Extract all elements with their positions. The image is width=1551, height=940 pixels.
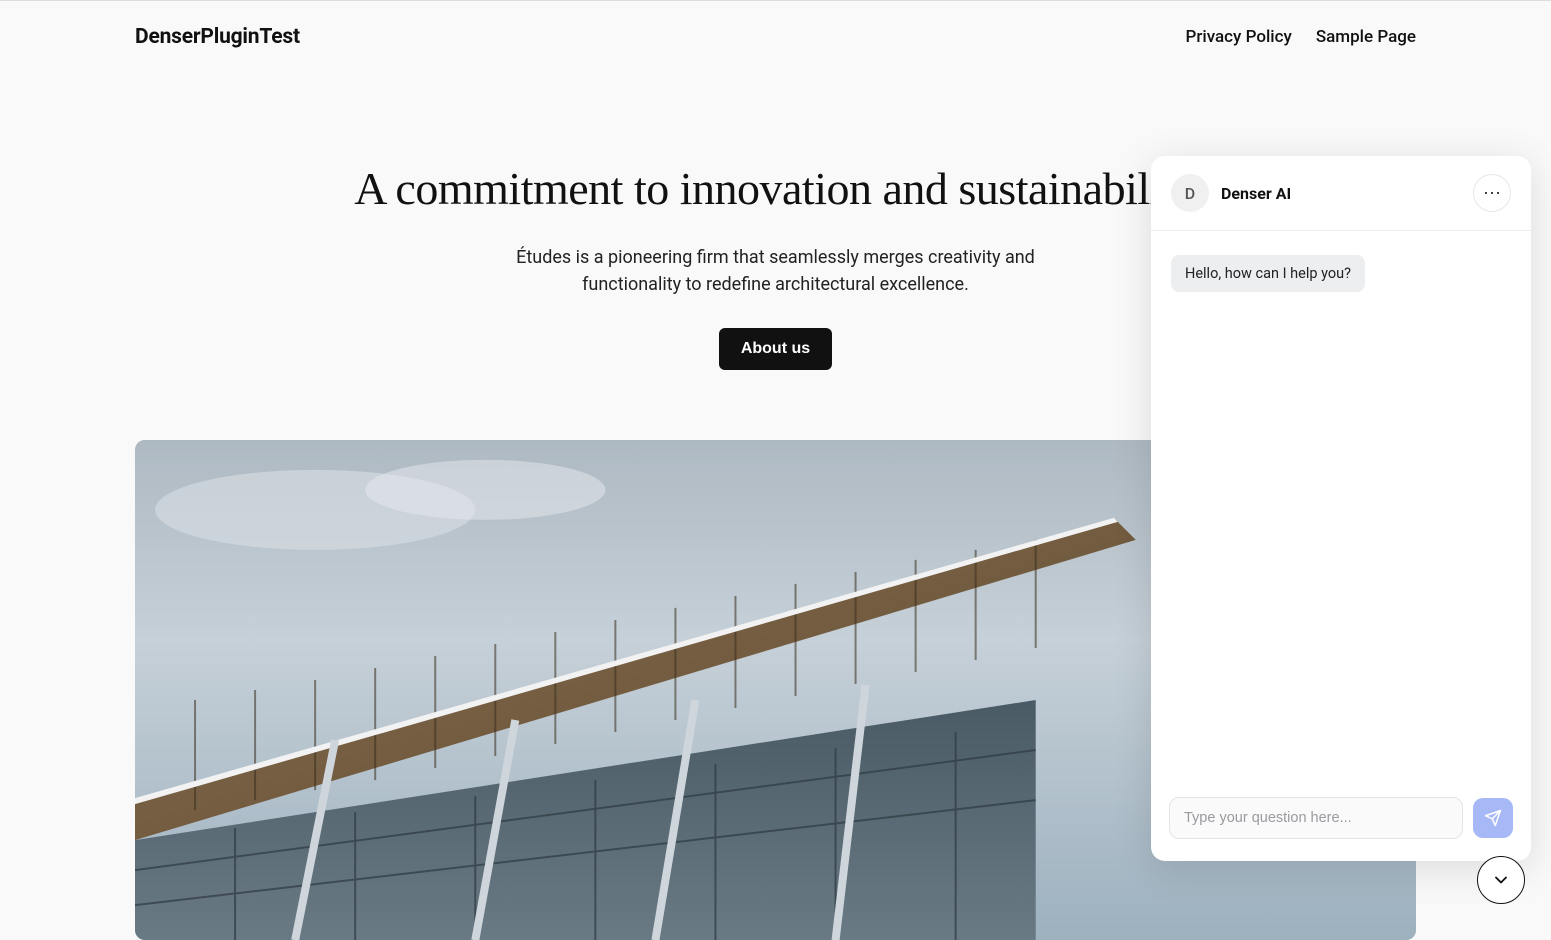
chat-avatar: D [1171, 174, 1209, 212]
chat-toggle-button[interactable] [1477, 856, 1525, 904]
chevron-down-icon [1491, 870, 1511, 890]
hero-heading: A commitment to innovation and sustainab… [346, 163, 1206, 216]
ellipsis-icon: ⋯ [1483, 184, 1501, 202]
send-icon [1484, 809, 1502, 827]
chat-menu-button[interactable]: ⋯ [1473, 174, 1511, 212]
chat-body: Hello, how can I help you? [1151, 231, 1531, 781]
hero-section: A commitment to innovation and sustainab… [326, 163, 1226, 370]
chat-input[interactable] [1169, 797, 1463, 839]
chat-input-row [1151, 781, 1531, 861]
nav-link-sample-page[interactable]: Sample Page [1316, 27, 1416, 47]
chat-widget: D Denser AI ⋯ Hello, how can I help you? [1151, 156, 1531, 861]
chat-header: D Denser AI ⋯ [1151, 156, 1531, 231]
nav-link-privacy-policy[interactable]: Privacy Policy [1186, 27, 1292, 47]
hero-subtext: Études is a pioneering firm that seamles… [466, 244, 1086, 298]
about-us-button[interactable]: About us [719, 328, 832, 370]
site-header: DenserPluginTest Privacy Policy Sample P… [0, 1, 1551, 73]
site-title[interactable]: DenserPluginTest [135, 25, 300, 49]
chat-message-bot: Hello, how can I help you? [1171, 255, 1365, 292]
primary-nav: Privacy Policy Sample Page [1186, 27, 1417, 47]
chat-send-button[interactable] [1473, 798, 1513, 838]
chat-title: Denser AI [1221, 184, 1291, 203]
chat-header-left: D Denser AI [1171, 174, 1291, 212]
